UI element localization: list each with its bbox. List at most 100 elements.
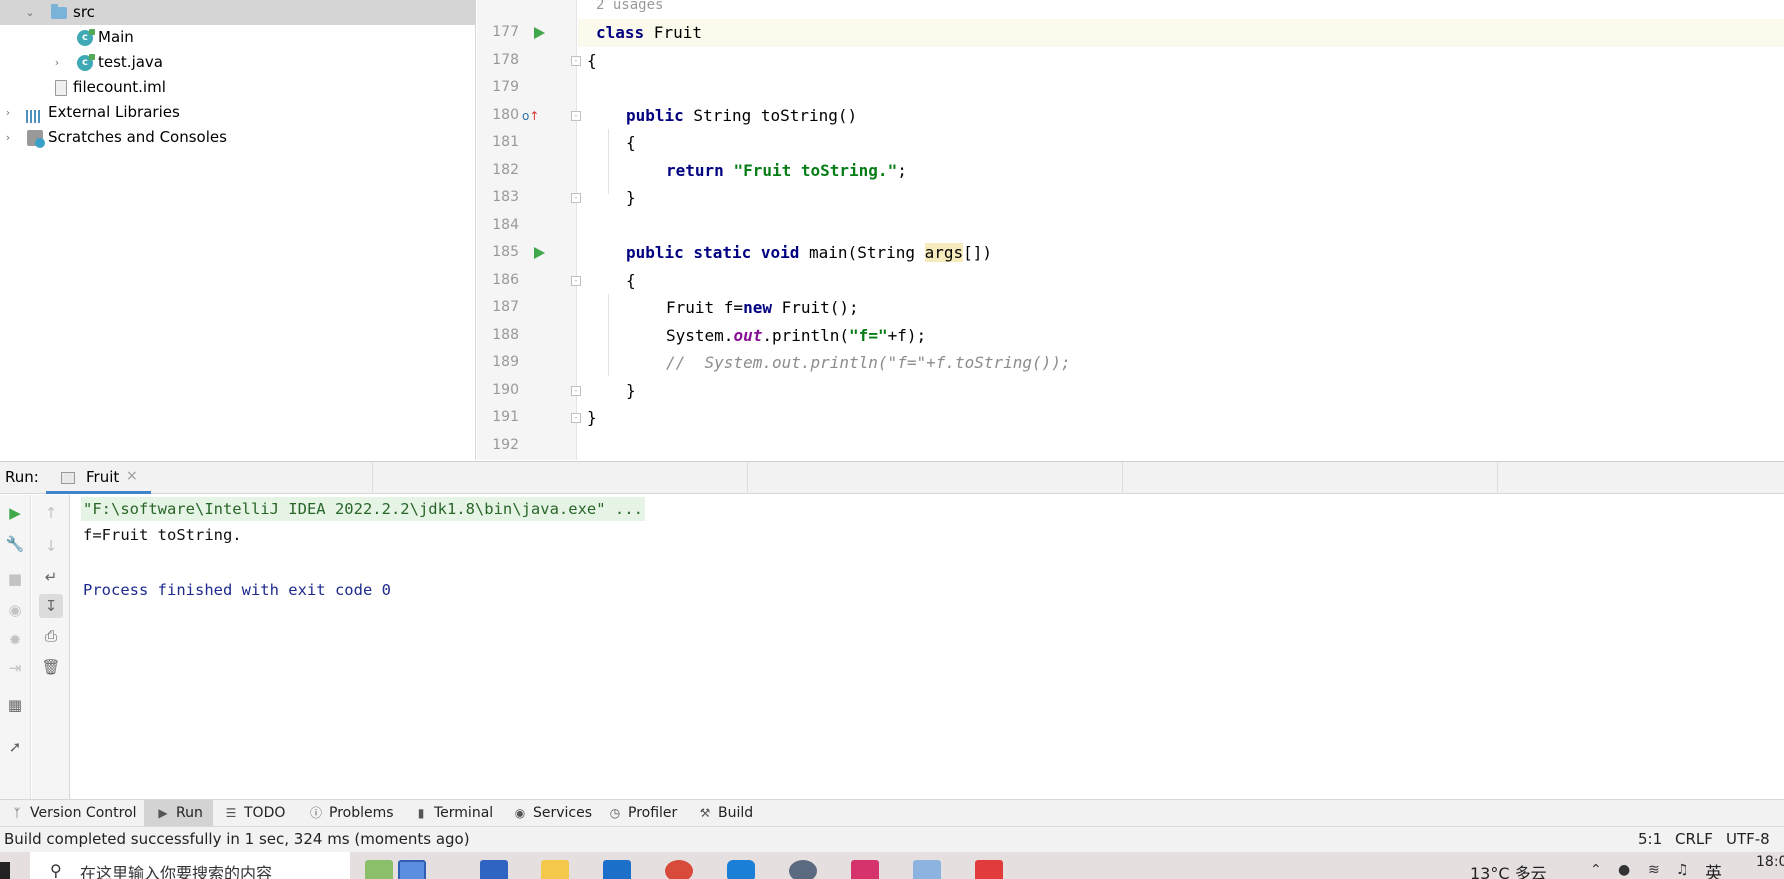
tool-version-control[interactable]: ᛉ Version Control: [10, 800, 136, 827]
line-number: 192: [492, 436, 519, 453]
java-class-icon: c: [77, 54, 95, 71]
app-wps-icon[interactable]: [975, 860, 1003, 879]
status-bar: Build completed successfully in 1 sec, 3…: [0, 826, 1784, 852]
exit-icon[interactable]: ⇥: [3, 656, 27, 680]
console-command-line[interactable]: "F:\software\IntelliJ IDEA 2022.2.2\jdk1…: [81, 497, 645, 521]
camera-icon[interactable]: ◉: [3, 598, 27, 622]
usages-hint[interactable]: 2 usages: [596, 0, 663, 13]
tree-item-src[interactable]: ⌄ src: [0, 0, 476, 25]
chevron-right-icon[interactable]: ›: [2, 100, 14, 125]
wifi-icon[interactable]: ≋: [1648, 862, 1660, 878]
close-icon[interactable]: ×: [126, 468, 138, 484]
tool-profiler[interactable]: ◷ Profiler: [608, 800, 678, 827]
chevron-down-icon[interactable]: ⌄: [24, 0, 36, 25]
line-number: 178: [492, 51, 519, 68]
caret-position[interactable]: 5:1: [1638, 830, 1662, 848]
app-k-icon[interactable]: [727, 860, 755, 879]
tool-label: Run: [176, 805, 203, 821]
method-signature: []): [963, 243, 993, 262]
chevron-up-icon[interactable]: ⌃: [1590, 862, 1602, 878]
gutter-line: 188: [477, 322, 577, 350]
library-icon: [26, 106, 42, 123]
rerun-icon[interactable]: ▶: [3, 501, 27, 525]
play-icon: ▶: [158, 806, 168, 820]
line-separator[interactable]: CRLF: [1675, 830, 1713, 848]
trash-icon[interactable]: 🗑: [39, 655, 63, 679]
status-message[interactable]: Build completed successfully in 1 sec, 3…: [4, 830, 470, 848]
tool-build[interactable]: ⚒ Build: [698, 800, 754, 827]
list-icon: ☰: [225, 806, 237, 820]
qq-icon[interactable]: ●: [1618, 862, 1630, 878]
app-chart-icon[interactable]: [365, 860, 393, 879]
chevron-right-icon[interactable]: ›: [51, 50, 63, 75]
app-intellij-icon[interactable]: [851, 860, 879, 879]
brace: }: [626, 188, 636, 207]
divider: [372, 462, 373, 494]
app-mail-icon[interactable]: [603, 860, 631, 879]
gutter-line: 179: [477, 74, 577, 102]
keyword: public: [626, 105, 684, 125]
tool-todo[interactable]: ☰ TODO: [224, 800, 286, 827]
soft-wrap-icon[interactable]: ↵: [39, 565, 63, 589]
divider: [1497, 462, 1498, 494]
tree-item-label: Scratches and Consoles: [48, 128, 227, 146]
app-notes-icon[interactable]: [398, 860, 426, 879]
line-number: 182: [492, 161, 519, 178]
tool-problems[interactable]: ⓘ Problems: [309, 800, 394, 827]
overrides-method-icon[interactable]: o↑: [522, 108, 540, 124]
tool-run[interactable]: ▶ Run: [144, 800, 213, 827]
console-output-line: f=Fruit toString.: [83, 526, 242, 544]
gutter-line: 186-: [477, 267, 581, 295]
wrench-icon[interactable]: 🔧: [3, 532, 27, 556]
chevron-right-icon[interactable]: ›: [2, 125, 14, 150]
print-icon[interactable]: ⎙: [39, 624, 63, 648]
app-store-icon[interactable]: [480, 860, 508, 879]
method-signature: String toString(): [683, 105, 858, 125]
tree-item-label: test.java: [98, 53, 164, 71]
arrow-down-icon[interactable]: ↓: [39, 534, 63, 558]
arrow-up-icon[interactable]: ↑: [39, 501, 63, 525]
brace: {: [626, 133, 636, 152]
run-gutter-icon[interactable]: [534, 27, 545, 39]
ime-language-indicator[interactable]: 英: [1705, 859, 1722, 879]
scroll-to-end-icon[interactable]: ↧: [39, 594, 63, 618]
app-notepad-icon[interactable]: [913, 860, 941, 879]
brace: {: [626, 270, 636, 290]
code-editor[interactable]: 177 178- 179 180 o↑ - 181 182 183- 184 185…: [477, 0, 1784, 460]
code-text: .println(: [762, 325, 850, 345]
code-text: Fruit();: [771, 298, 859, 317]
stop-icon[interactable]: ■: [3, 567, 27, 591]
code-area[interactable]: 2 usages class Fruit { public String toS…: [578, 0, 1784, 460]
pin-icon[interactable]: ➚: [3, 735, 27, 759]
taskbar-search-box[interactable]: ⚲ 在这里输入你要搜索的内容: [30, 852, 350, 879]
info-icon: ⓘ: [309, 806, 322, 820]
search-placeholder: 在这里输入你要搜索的内容: [80, 864, 273, 879]
console-output[interactable]: "F:\software\IntelliJ IDEA 2022.2.2\jdk1…: [81, 495, 1784, 798]
console-exit-line: Process finished with exit code 0: [83, 581, 391, 599]
line-number: 181: [492, 134, 519, 150]
gutter-line: 189: [477, 349, 577, 377]
app-wechat-icon[interactable]: [789, 860, 817, 879]
tool-terminal[interactable]: ▮ Terminal: [414, 800, 493, 827]
code-line: }: [578, 184, 1784, 212]
tool-label: Terminal: [434, 805, 494, 821]
volume-icon[interactable]: ♫: [1676, 862, 1689, 878]
clock[interactable]: 18:0: [1756, 854, 1784, 870]
debug-bug-icon[interactable]: ✹: [3, 628, 27, 652]
line-number: 179: [492, 79, 519, 95]
project-tree-panel: ⌄ src c Main › c test.java filecount.iml…: [0, 0, 476, 460]
branch-icon: ᛉ: [13, 806, 21, 820]
weather-widget[interactable]: 13°C 多云: [1470, 860, 1547, 879]
tool-services[interactable]: ◉ Services: [513, 800, 592, 827]
layout-icon[interactable]: ▦: [3, 693, 27, 717]
line-number: 184: [492, 216, 519, 233]
folder-icon: [51, 4, 67, 19]
app-file-explorer-icon[interactable]: [541, 860, 569, 879]
line-number: 191: [492, 409, 519, 425]
start-button-icon[interactable]: [0, 862, 10, 879]
run-tab-fruit[interactable]: Fruit ×: [46, 462, 151, 494]
file-encoding[interactable]: UTF-8: [1726, 830, 1770, 848]
code-line: System.out.println("f="+f);: [578, 322, 1784, 350]
app-chrome-icon[interactable]: [665, 860, 693, 879]
run-gutter-icon[interactable]: [534, 247, 545, 259]
